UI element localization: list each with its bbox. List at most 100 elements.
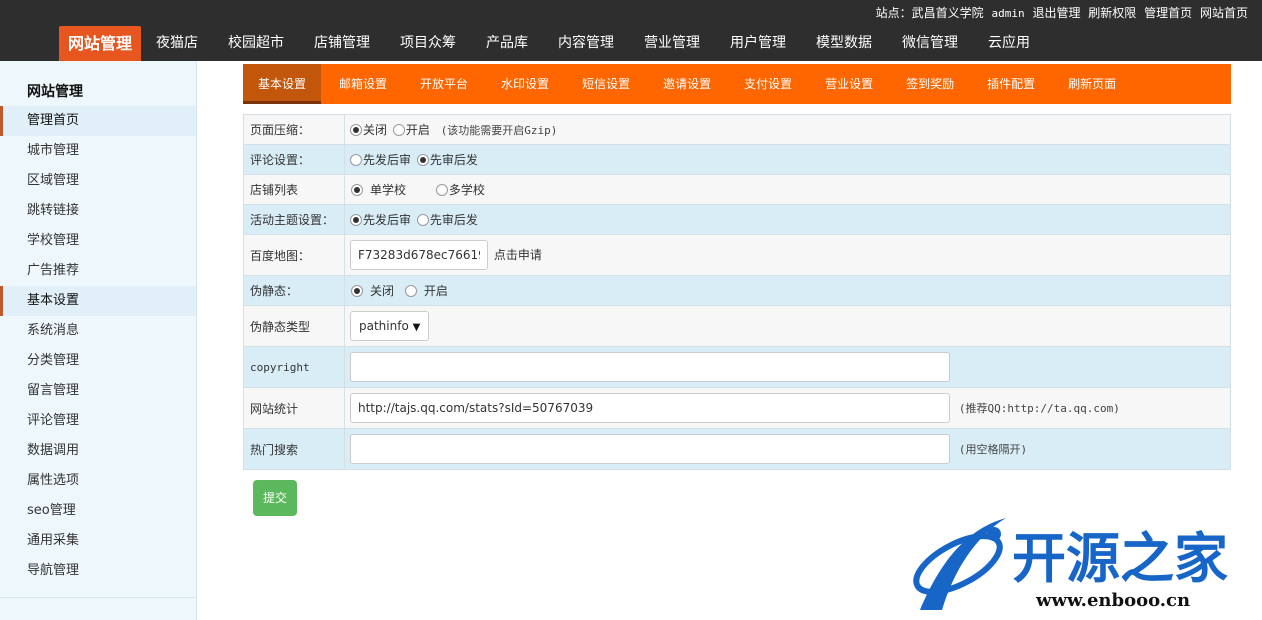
- row-copyright: copyright: [243, 346, 1231, 388]
- radio-compress-off[interactable]: [350, 124, 362, 136]
- option-label: 单学校: [370, 183, 407, 197]
- option-label: 先审后发: [429, 153, 478, 167]
- row-activity-theme: 活动主题设置： 先发后审 先审后发: [243, 204, 1231, 235]
- radio-comment-review-first[interactable]: [416, 154, 429, 166]
- watermark-logo-text: 开源之家: [1012, 527, 1228, 590]
- nav-wechat-management[interactable]: 微信管理: [887, 26, 973, 61]
- logout-link[interactable]: 退出管理: [1032, 6, 1080, 20]
- row-shop-list: 店铺列表 单学校 多学校: [243, 174, 1231, 205]
- option-label: 开启: [423, 284, 448, 298]
- sidebar-item-guestbook[interactable]: 留言管理: [0, 376, 196, 406]
- select-value: pathinfo: [359, 319, 409, 333]
- sidebar-item-basic-settings[interactable]: 基本设置: [0, 286, 196, 316]
- label-activity-theme: 活动主题设置：: [243, 204, 345, 235]
- tab-business-settings[interactable]: 营业设置: [810, 64, 888, 104]
- row-baidu-map: 百度地图： 点击申请: [243, 234, 1231, 276]
- row-hot-search: 热门搜索 (用空格隔开): [243, 428, 1231, 470]
- admin-home-link[interactable]: 管理首页: [1144, 6, 1192, 20]
- hot-search-input[interactable]: [350, 434, 950, 464]
- label-hot-search: 热门搜索: [243, 428, 345, 470]
- tab-payment-settings[interactable]: 支付设置: [729, 64, 807, 104]
- site-prefix: 站点：: [875, 6, 912, 20]
- sidebar-item-ads[interactable]: 广告推荐: [0, 256, 196, 286]
- watermark-url: www.enbooo.cn: [1036, 590, 1191, 611]
- sidebar-item-attributes[interactable]: 属性选项: [0, 466, 196, 496]
- row-pseudo-type: 伪静态类型 pathinfo ▼: [243, 305, 1231, 347]
- row-pseudo-static: 伪静态： 关闭 开启: [243, 275, 1231, 306]
- option-label: 关闭: [363, 123, 388, 137]
- option-label: 先发后审: [363, 213, 412, 227]
- sidebar-menu: 管理首页 城市管理 区域管理 跳转链接 学校管理 广告推荐 基本设置 系统消息 …: [0, 106, 196, 586]
- nav-content-management[interactable]: 内容管理: [543, 26, 629, 61]
- sidebar-item-redirect-links[interactable]: 跳转链接: [0, 196, 196, 226]
- label-site-stats: 网站统计: [243, 387, 345, 429]
- nav-site-management[interactable]: 网站管理: [59, 26, 142, 61]
- tab-plugin-config[interactable]: 插件配置: [972, 64, 1050, 104]
- sidebar-item-comments[interactable]: 评论管理: [0, 406, 196, 436]
- label-baidu-map: 百度地图：: [243, 234, 345, 276]
- chevron-down-icon: ▼: [412, 322, 421, 333]
- refresh-permission-link[interactable]: 刷新权限: [1088, 6, 1136, 20]
- sidebar-item-collector[interactable]: 通用采集: [0, 526, 196, 556]
- hot-search-hint: (用空格隔开): [958, 442, 1028, 456]
- sidebar-item-area[interactable]: 区域管理: [0, 166, 196, 196]
- radio-activity-post-first[interactable]: [350, 214, 362, 226]
- nav-cloud-apps[interactable]: 云应用: [973, 26, 1045, 61]
- sidebar-item-data-calls[interactable]: 数据调用: [0, 436, 196, 466]
- label-page-compress: 页面压缩：: [243, 114, 345, 145]
- tab-checkin-rewards[interactable]: 签到奖励: [891, 64, 969, 104]
- site-home-link[interactable]: 网站首页: [1200, 6, 1248, 20]
- tab-sms-settings[interactable]: 短信设置: [567, 64, 645, 104]
- radio-comment-post-first[interactable]: [350, 154, 362, 166]
- option-label: 先发后审: [363, 153, 412, 167]
- site-name: 武昌首义学院: [911, 6, 984, 20]
- sidebar-title: 网站管理: [27, 84, 83, 100]
- sidebar-item-navigation[interactable]: 导航管理: [0, 556, 196, 586]
- nav-business-management[interactable]: 营业管理: [629, 26, 715, 61]
- label-comment-settings: 评论设置：: [243, 144, 345, 175]
- pseudo-type-select[interactable]: pathinfo ▼: [350, 311, 430, 341]
- label-shop-list: 店铺列表: [243, 174, 345, 205]
- sidebar-item-seo[interactable]: seo管理: [0, 496, 196, 526]
- nav-model-data[interactable]: 模型数据: [801, 26, 887, 61]
- nav-campus-market[interactable]: 校园超市: [213, 26, 299, 61]
- sidebar-item-school[interactable]: 学校管理: [0, 226, 196, 256]
- top-bar: 站点：武昌首义学院 admin 退出管理 刷新权限 管理首页 网站首页 网站管理…: [0, 0, 1262, 61]
- tab-watermark-settings[interactable]: 水印设置: [486, 64, 564, 104]
- radio-pseudo-on[interactable]: [404, 285, 417, 297]
- label-copyright: copyright: [243, 346, 345, 388]
- radio-single-school[interactable]: [351, 184, 363, 196]
- watermark-logo: 开源之家 www.enbooo.cn: [906, 512, 1262, 620]
- tab-open-platform[interactable]: 开放平台: [405, 64, 483, 104]
- option-label: 多学校: [448, 183, 485, 197]
- radio-pseudo-off[interactable]: [351, 285, 363, 297]
- option-label: 先审后发: [429, 213, 478, 227]
- sidebar-item-city[interactable]: 城市管理: [0, 136, 196, 166]
- submit-button[interactable]: 提交: [253, 480, 297, 516]
- sidebar-item-admin-home[interactable]: 管理首页: [0, 106, 196, 136]
- tab-email-settings[interactable]: 邮箱设置: [324, 64, 402, 104]
- option-label: 关闭: [370, 284, 395, 298]
- baidu-map-key-input[interactable]: [350, 240, 488, 270]
- label-pseudo-static: 伪静态：: [243, 275, 345, 306]
- nav-crowdfunding[interactable]: 项目众筹: [385, 26, 471, 61]
- tab-refresh-page[interactable]: 刷新页面: [1053, 64, 1131, 104]
- compress-hint: (该功能需要开启Gzip): [440, 124, 558, 137]
- sidebar-item-system-messages[interactable]: 系统消息: [0, 316, 196, 346]
- nav-night-shop[interactable]: 夜猫店: [141, 26, 213, 61]
- tab-invite-settings[interactable]: 邀请设置: [648, 64, 726, 104]
- radio-compress-on[interactable]: [392, 124, 405, 136]
- copyright-input[interactable]: [350, 352, 950, 382]
- radio-multi-school[interactable]: [435, 184, 448, 196]
- nav-product-library[interactable]: 产品库: [471, 26, 543, 61]
- main-nav: 网站管理 夜猫店 校园超市 店铺管理 项目众筹 产品库 内容管理 营业管理 用户…: [59, 26, 1045, 61]
- sidebar-item-categories[interactable]: 分类管理: [0, 346, 196, 376]
- nav-user-management[interactable]: 用户管理: [715, 26, 801, 61]
- nav-shop-management[interactable]: 店铺管理: [299, 26, 385, 61]
- site-stats-input[interactable]: [350, 393, 950, 423]
- row-site-stats: 网站统计 (推荐QQ:http://ta.qq.com): [243, 387, 1231, 429]
- radio-activity-review-first[interactable]: [416, 214, 429, 226]
- logo-swoosh-icon: [913, 518, 1006, 610]
- baidu-map-apply-link[interactable]: 点击申请: [494, 248, 542, 262]
- tab-basic-settings[interactable]: 基本设置: [243, 64, 322, 104]
